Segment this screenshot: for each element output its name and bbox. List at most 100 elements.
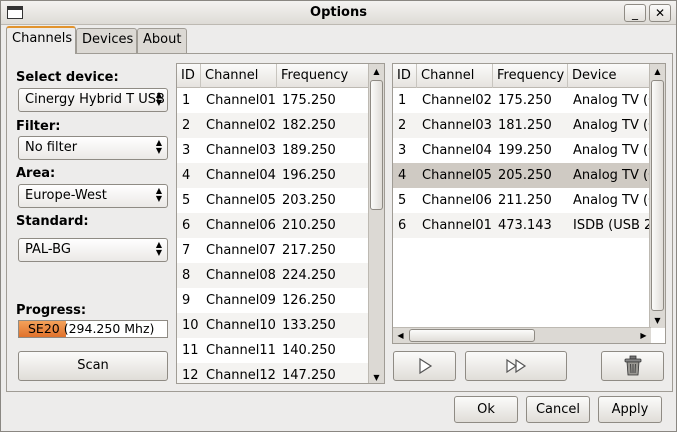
table-row[interactable]: 1 Channel02 175.250 Analog TV (Cinergy Hybr… [393, 88, 651, 113]
table-cell: Channel12 [206, 368, 276, 383]
table-cell: 2 [398, 118, 407, 133]
table-cell: 7 [182, 243, 191, 258]
table-cell: 12 [182, 368, 199, 383]
title-bar[interactable]: Options _ ✕ [1, 1, 676, 25]
table-cell: 6 [398, 218, 407, 233]
saved-channels-list: ID Channel Frequency Device 1 Channel02 17… [392, 63, 666, 344]
delete-button[interactable] [601, 351, 664, 381]
column-id[interactable]: ID [393, 64, 417, 88]
table-cell: 210.250 [282, 218, 336, 233]
scrollbar-thumb[interactable] [651, 80, 664, 311]
saved-list-header: ID Channel Frequency Device [393, 64, 649, 88]
minimize-button[interactable]: _ [624, 4, 646, 22]
table-cell: Analog TV (Cinergy Hybrid T USB) [573, 93, 651, 108]
scanned-channels-list: ID Channel Frequency 1 Channel01 175.250 2 C… [176, 63, 385, 384]
column-channel[interactable]: Channel [417, 64, 493, 88]
combo-arrows-icon: ▲ ▼ [155, 240, 162, 257]
scroll-left-icon[interactable]: ◀ [393, 328, 408, 343]
scan-button[interactable]: Scan [18, 351, 168, 381]
standard-label: Standard: [16, 214, 89, 229]
channels-panel: Select device: Cinergy Hybrid T USB ▲ ▼ F… [6, 53, 673, 392]
table-cell: 205.250 [498, 168, 552, 183]
tab-devices[interactable]: Devices [76, 28, 137, 53]
table-cell: 211.250 [498, 193, 552, 208]
scroll-up-icon[interactable]: ▲ [369, 64, 384, 79]
area-select-value: Europe-West [25, 188, 107, 203]
scroll-right-icon[interactable]: ▶ [636, 328, 651, 343]
scroll-down-icon[interactable]: ▼ [369, 370, 384, 383]
tab-about[interactable]: About [137, 28, 187, 53]
table-row[interactable]: 9 Channel09 126.250 [177, 288, 368, 313]
table-row[interactable]: 12 Channel12 147.250 [177, 363, 368, 383]
table-row[interactable]: 3 Channel03 189.250 [177, 138, 368, 163]
table-row[interactable]: 1 Channel01 175.250 [177, 88, 368, 113]
table-cell: Analog TV (Cinergy Hybrid T USB) [573, 193, 651, 208]
saved-list-hscrollbar[interactable]: ◀ ▶ [393, 327, 651, 343]
column-id[interactable]: ID [177, 64, 201, 88]
table-cell: Channel09 [206, 293, 276, 308]
table-cell: Channel05 [206, 193, 276, 208]
tab-channels[interactable]: Channels [6, 26, 76, 54]
cancel-button[interactable]: Cancel [526, 396, 590, 423]
standard-select[interactable]: PAL-BG ▲ ▼ [18, 238, 168, 262]
column-frequency[interactable]: Frequency [493, 64, 568, 88]
device-select-value: Cinergy Hybrid T USB [25, 92, 165, 107]
ok-button[interactable]: Ok [454, 396, 518, 423]
area-select[interactable]: Europe-West ▲ ▼ [18, 184, 168, 208]
saved-list-vscrollbar[interactable]: ▲ ▼ [649, 64, 665, 328]
select-device-label: Select device: [16, 70, 119, 85]
progress-text: SE20 (294.250 Mhz) [28, 321, 155, 336]
filter-label: Filter: [16, 119, 61, 134]
scrollbar-thumb[interactable] [409, 329, 535, 342]
table-cell: Channel04 [422, 143, 492, 158]
scroll-down-icon[interactable]: ▼ [650, 313, 665, 328]
table-cell: 196.250 [282, 168, 336, 183]
filter-select[interactable]: No filter ▲ ▼ [18, 136, 168, 160]
table-row[interactable]: 8 Channel08 224.250 [177, 263, 368, 288]
device-select[interactable]: Cinergy Hybrid T USB ▲ ▼ [18, 88, 168, 112]
table-row[interactable]: 2 Channel03 181.250 Analog TV (Cinergy Hybr… [393, 113, 651, 138]
table-row[interactable]: 4 Channel04 196.250 [177, 163, 368, 188]
play-all-button[interactable] [465, 351, 567, 381]
scroll-up-icon[interactable]: ▲ [650, 64, 665, 79]
table-cell: 189.250 [282, 143, 336, 158]
column-channel[interactable]: Channel [201, 64, 277, 88]
table-row[interactable]: 5 Channel06 211.250 Analog TV (Cinergy Hybr… [393, 188, 651, 213]
table-cell: Channel01 [206, 93, 276, 108]
table-row[interactable]: 7 Channel07 217.250 [177, 238, 368, 263]
table-row[interactable]: 6 Channel01 473.143 ISDB (USB 2.0) [393, 213, 651, 238]
table-cell: Channel03 [422, 118, 492, 133]
table-row[interactable]: 4 Channel05 205.250 Analog TV (Cinergy Hybr… [393, 163, 651, 188]
scrollbar-thumb[interactable] [370, 80, 383, 210]
table-cell: Channel03 [206, 143, 276, 158]
table-cell: 1 [398, 93, 407, 108]
table-cell: Channel08 [206, 268, 276, 283]
trash-icon [624, 355, 641, 376]
apply-button[interactable]: Apply [598, 396, 662, 423]
column-device[interactable]: Device [568, 64, 651, 88]
window-title: Options [310, 5, 367, 20]
play-button[interactable] [393, 351, 456, 381]
column-frequency[interactable]: Frequency [277, 64, 370, 88]
table-cell: 473.143 [498, 218, 552, 233]
table-row[interactable]: 3 Channel04 199.250 Analog TV (Cinergy Hybr… [393, 138, 651, 163]
table-cell: 147.250 [282, 368, 336, 383]
table-cell: 140.250 [282, 343, 336, 358]
table-cell: 4 [398, 168, 407, 183]
close-button[interactable]: ✕ [649, 4, 671, 22]
table-cell: 6 [182, 218, 191, 233]
progress-label: Progress: [16, 303, 87, 318]
table-row[interactable]: 2 Channel02 182.250 [177, 113, 368, 138]
fast-forward-icon [506, 358, 527, 374]
table-cell: Analog TV (Cinergy Hybrid T USB) [573, 143, 651, 158]
options-window: Options _ ✕ Channels Devices About Selec… [0, 0, 677, 432]
table-row[interactable]: 10 Channel10 133.250 [177, 313, 368, 338]
table-row[interactable]: 6 Channel06 210.250 [177, 213, 368, 238]
scanned-list-scrollbar[interactable]: ▲ ▼ [368, 64, 384, 383]
standard-select-value: PAL-BG [25, 242, 71, 257]
table-row[interactable]: 11 Channel11 140.250 [177, 338, 368, 363]
table-cell: Channel07 [206, 243, 276, 258]
table-cell: 199.250 [498, 143, 552, 158]
table-cell: Channel05 [422, 168, 492, 183]
table-row[interactable]: 5 Channel05 203.250 [177, 188, 368, 213]
